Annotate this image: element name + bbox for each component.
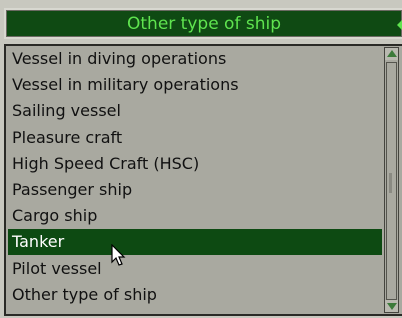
list-item[interactable]: Vessel in military operations bbox=[8, 72, 382, 98]
scrollbar-grip bbox=[389, 173, 392, 193]
scrollbar-track[interactable] bbox=[386, 62, 397, 300]
list-item[interactable]: Sailing vessel bbox=[8, 98, 382, 124]
dropdown-selected-value: Other type of ship bbox=[127, 13, 281, 34]
list-item[interactable]: High Speed Craft (HSC) bbox=[8, 151, 382, 177]
scroll-down-arrow-icon bbox=[387, 303, 397, 310]
list-item[interactable]: Cargo ship bbox=[8, 203, 382, 229]
list-item[interactable]: Pleasure craft bbox=[8, 125, 382, 151]
list-item[interactable]: Passenger ship bbox=[8, 177, 382, 203]
list-item[interactable]: Pilot vessel bbox=[8, 256, 382, 282]
dropdown-arrow-icon[interactable] bbox=[397, 19, 402, 31]
ship-type-dropdown[interactable]: Other type of ship bbox=[4, 8, 402, 39]
mouse-pointer-icon bbox=[111, 244, 126, 266]
scroll-down-button[interactable] bbox=[385, 300, 398, 312]
scroll-up-button[interactable] bbox=[385, 48, 398, 60]
ship-type-list: Vessel in diving operations Vessel in mil… bbox=[8, 46, 382, 314]
scroll-up-arrow-icon bbox=[387, 50, 397, 57]
scrollbar-thumb[interactable] bbox=[386, 62, 397, 300]
vertical-scrollbar[interactable] bbox=[384, 47, 399, 313]
list-item[interactable]: Tanker bbox=[8, 229, 382, 255]
list-item[interactable]: Other type of ship bbox=[8, 282, 382, 308]
list-item[interactable]: Vessel in diving operations bbox=[8, 46, 382, 72]
ship-type-listbox[interactable]: Vessel in diving operations Vessel in mil… bbox=[4, 44, 402, 316]
